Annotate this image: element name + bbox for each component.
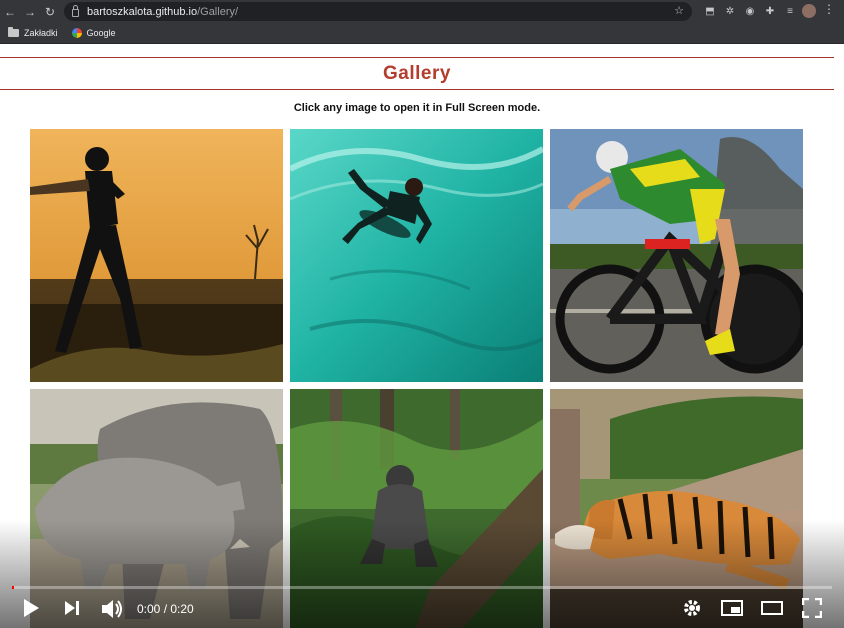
browser-menu-icon[interactable]: ⋮ — [822, 2, 836, 16]
lock-icon — [72, 4, 79, 17]
back-icon[interactable]: ← — [0, 0, 20, 23]
screen: ← → ↻ bartoszkalota.github.io/Gallery/ ☆… — [0, 0, 844, 628]
browser-toolbar: ← → ↻ bartoszkalota.github.io/Gallery/ ☆… — [0, 0, 844, 23]
video-controls: 0:00 / 0:20 — [0, 594, 844, 624]
video-progress-bar[interactable] — [12, 586, 832, 589]
address-bar[interactable]: bartoszkalota.github.io/Gallery/ ☆ — [64, 2, 692, 21]
video-timecode: 0:00 / 0:20 — [137, 602, 194, 616]
gallery-image-cyclist[interactable] — [550, 129, 803, 382]
reload-icon[interactable]: ↻ — [40, 0, 60, 23]
media-control-icon[interactable]: ≡ — [783, 4, 797, 18]
gallery-image-cricket[interactable] — [30, 129, 283, 382]
extension-icon[interactable]: ⬒ — [703, 4, 717, 18]
page-title: Gallery — [383, 62, 451, 84]
url-host: bartoszkalota.github.io — [87, 5, 198, 18]
google-icon — [71, 28, 82, 38]
bookmark-label: Google — [86, 28, 116, 38]
forward-icon[interactable]: → — [20, 0, 40, 23]
next-icon[interactable] — [63, 598, 81, 618]
bookmarks-bar: Zakładki Google — [0, 23, 844, 44]
settings-gear-icon[interactable] — [682, 598, 702, 618]
extension-circle-icon[interactable]: ◉ — [743, 4, 757, 18]
bookmark-label: Zakładki — [24, 28, 58, 38]
title-bar: Gallery — [0, 57, 834, 90]
volume-icon[interactable] — [100, 598, 124, 620]
video-progress-fill — [12, 586, 15, 589]
folder-icon — [8, 27, 19, 37]
miniplayer-icon[interactable] — [720, 598, 744, 618]
bookmark-zakladki[interactable]: Zakładki — [8, 27, 58, 38]
play-icon[interactable] — [22, 598, 40, 618]
fullscreen-icon[interactable] — [802, 598, 822, 618]
bookmark-star-icon[interactable]: ☆ — [674, 4, 684, 17]
extension-gear-icon[interactable]: ✲ — [723, 4, 737, 18]
gallery-image-surfer[interactable] — [290, 129, 543, 382]
page-subtitle: Click any image to open it in Full Scree… — [293, 102, 541, 114]
theater-mode-icon[interactable] — [760, 598, 784, 618]
profile-avatar[interactable] — [802, 4, 816, 18]
url-path: /Gallery/ — [197, 5, 239, 18]
bookmark-google[interactable]: Google — [71, 28, 116, 38]
extensions-puzzle-icon[interactable]: ✚ — [763, 4, 777, 18]
